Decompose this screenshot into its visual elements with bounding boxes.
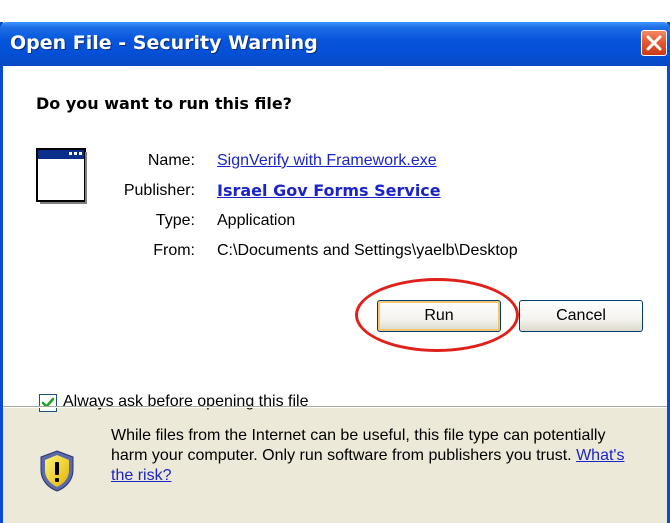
always-ask-label[interactable]: Always ask before opening this file [63, 393, 308, 411]
close-button[interactable] [641, 30, 667, 56]
security-warning-dialog: Open File - Security Warning Do you want… [0, 22, 670, 523]
from-label: From: [153, 242, 195, 259]
screen: Open File - Security Warning Do you want… [0, 0, 670, 523]
risk-warning-text: While files from the Internet can be use… [111, 426, 631, 486]
publisher-label: Publisher: [123, 182, 195, 199]
type-label: Type: [155, 212, 195, 229]
question-heading: Do you want to run this file? [36, 94, 292, 113]
name-label: Name: [147, 152, 195, 169]
dialog-title: Open File - Security Warning [10, 32, 318, 54]
publisher-link[interactable]: Israel Gov Forms Service [217, 181, 441, 200]
file-name-link[interactable]: SignVerify with Framework.exe [217, 152, 437, 170]
section-divider [3, 406, 667, 408]
top-background-strip [0, 0, 670, 22]
security-shield-icon [40, 450, 74, 492]
title-bar[interactable]: Open File - Security Warning [0, 22, 670, 66]
type-value: Application [217, 212, 296, 229]
close-icon [646, 35, 662, 51]
run-button[interactable]: Run [377, 300, 501, 332]
file-info-panel: Do you want to run this file? Name: Sign… [3, 66, 667, 412]
cancel-button[interactable]: Cancel [519, 300, 643, 332]
risk-warning-message: While files from the Internet can be use… [111, 427, 606, 464]
always-ask-checkbox[interactable] [39, 394, 57, 412]
from-value: C:\Documents and Settings\yaelb\Desktop [217, 242, 518, 259]
